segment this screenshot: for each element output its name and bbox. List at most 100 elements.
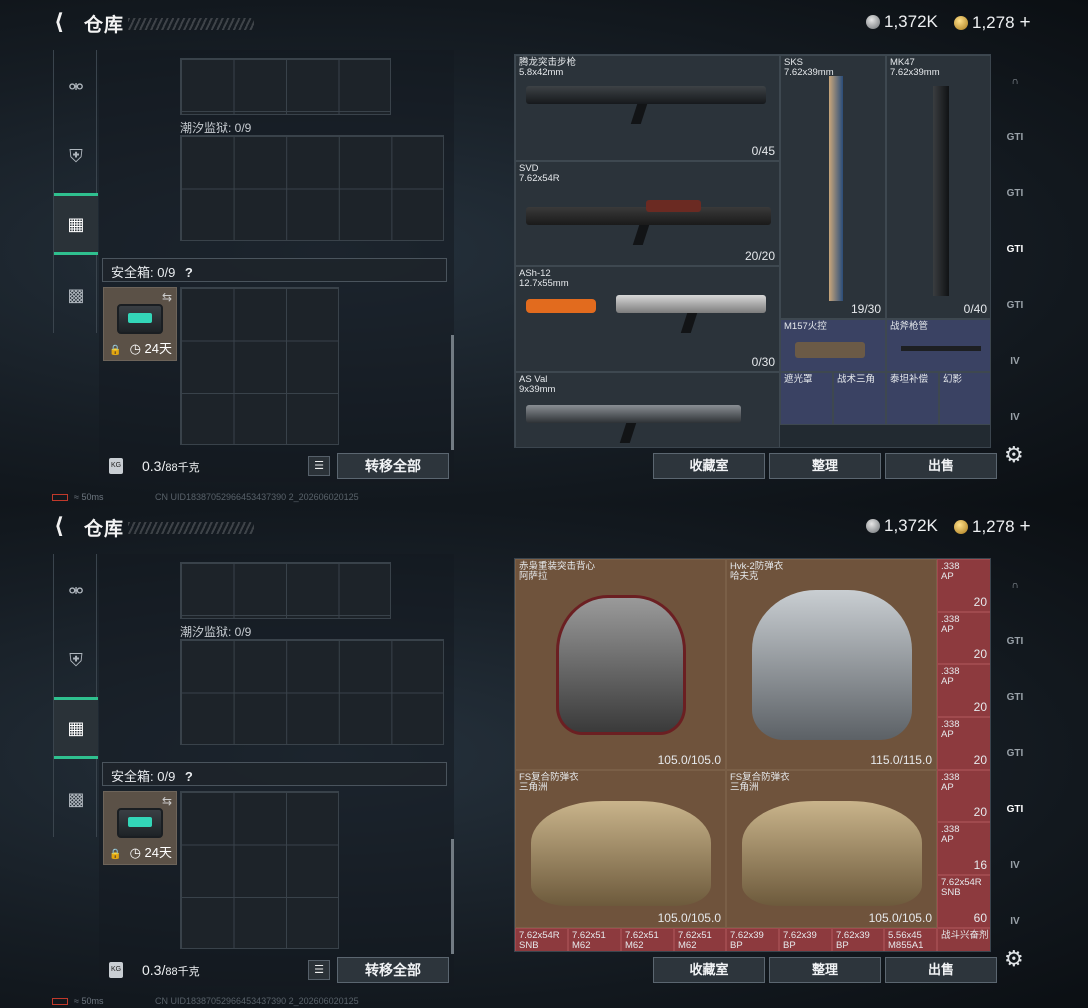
safe-box-grid[interactable] bbox=[180, 287, 339, 445]
safe-box-grid[interactable] bbox=[180, 791, 339, 949]
ammo-item[interactable]: 5.56x45 M855A1 bbox=[884, 928, 937, 951]
weight-bar: KG 0.3/88千克 ☰ 转移全部 bbox=[99, 954, 454, 986]
safe-box-bar: 安全箱: 0/9 ? bbox=[102, 258, 447, 282]
grid-label: 潮汐监狱: 0/9 bbox=[180, 625, 252, 639]
item-tactical-triangle[interactable]: 战术三角 bbox=[833, 372, 886, 425]
ammo-item[interactable]: 7.62x51 M62 bbox=[621, 928, 674, 951]
storage-grid-top[interactable] bbox=[180, 58, 391, 115]
help-icon[interactable]: ? bbox=[185, 769, 193, 784]
iv-icon[interactable]: IV bbox=[999, 402, 1031, 434]
suppressor-image bbox=[526, 299, 596, 313]
currency-2[interactable]: 1,278 + bbox=[954, 12, 1031, 34]
ammo-item[interactable]: 7.62x51 M62 bbox=[568, 928, 621, 951]
sell-button[interactable]: 出售 bbox=[885, 957, 997, 983]
storage-grid-top[interactable] bbox=[180, 562, 391, 619]
toolbox-icon[interactable]: ▩ bbox=[54, 768, 98, 830]
iv-icon[interactable]: IV bbox=[999, 850, 1031, 882]
iv-icon[interactable]: IV bbox=[999, 346, 1031, 378]
gti-icon[interactable]: GTI bbox=[999, 122, 1031, 154]
ammo-item[interactable]: 7.62x54R SNB bbox=[515, 928, 568, 951]
item-ash12[interactable]: ASh-12 12.7x55mm 0/30 bbox=[515, 266, 780, 372]
item-tenglong-rifle[interactable]: 腾龙突击步枪 5.8x42mm 0/45 bbox=[515, 55, 780, 161]
gti-icon[interactable]: GTI bbox=[999, 626, 1031, 658]
collection-button[interactable]: 收藏室 bbox=[653, 957, 765, 983]
item-shade[interactable]: 遮光罩 bbox=[780, 372, 833, 425]
arch-icon[interactable]: ∩ bbox=[999, 66, 1031, 98]
iv-icon[interactable]: IV bbox=[999, 906, 1031, 938]
item-as-val[interactable]: AS Val 9x39mm bbox=[515, 372, 780, 447]
weight-bar: KG 0.3/88千克 ☰ 转移全部 bbox=[99, 450, 454, 482]
status-bar: ≈ 50ms bbox=[52, 492, 103, 502]
storage-grid[interactable] bbox=[180, 639, 444, 745]
item-hvk2-armor[interactable]: Hvk-2防弹衣 哈夫克 115.0/115.0 bbox=[726, 559, 937, 770]
ammo-item[interactable]: 7.62x39 BP bbox=[779, 928, 832, 951]
item-sks[interactable]: SKS 7.62x39mm 19/30 bbox=[780, 55, 886, 319]
add-currency-icon[interactable]: + bbox=[1020, 516, 1031, 538]
gti-icon[interactable]: GTI bbox=[999, 290, 1031, 322]
left-scrollbar[interactable] bbox=[451, 839, 454, 954]
item-m157[interactable]: M157火控 bbox=[780, 319, 886, 372]
pistol-icon[interactable]: ⚮ bbox=[54, 56, 98, 118]
ammo-item[interactable]: .338 AP 20 bbox=[937, 770, 990, 822]
ammo-item[interactable]: .338 AP 16 bbox=[937, 822, 990, 875]
backpack-icon[interactable]: ▦ bbox=[54, 697, 98, 759]
toolbox-icon[interactable]: ▩ bbox=[54, 264, 98, 326]
safe-case-item[interactable]: ⇆ 🔒 ◷ 24天 bbox=[103, 287, 177, 361]
backpack-icon[interactable]: ▦ bbox=[54, 193, 98, 255]
gti-icon[interactable]: GTI bbox=[999, 682, 1031, 714]
sell-button[interactable]: 出售 bbox=[885, 453, 997, 479]
gti-icon[interactable]: GTI bbox=[999, 178, 1031, 210]
gti-icon[interactable]: GTI bbox=[999, 234, 1031, 266]
pistol-icon[interactable]: ⚮ bbox=[54, 560, 98, 622]
case-image bbox=[117, 808, 163, 838]
item-titan-comp[interactable]: 泰坦补偿 bbox=[886, 372, 939, 425]
ammo-item[interactable]: .338 AP 20 bbox=[937, 612, 990, 664]
transfer-all-button[interactable]: 转移全部 bbox=[337, 453, 449, 479]
currency-2-value: 1,278 bbox=[972, 517, 1015, 536]
gear-icon[interactable]: ⚙ bbox=[1004, 444, 1026, 466]
weight-readout: 0.3/88千克 bbox=[142, 962, 200, 978]
ammo-item[interactable]: 7.62x39 BP bbox=[726, 928, 779, 951]
safe-case-item[interactable]: ⇆ 🔒 ◷ 24天 bbox=[103, 791, 177, 865]
back-arrow-icon[interactable]: ⟨ bbox=[54, 11, 76, 33]
swap-icon[interactable]: ⇆ bbox=[162, 290, 172, 304]
item-fs-armor-1[interactable]: FS复合防弹衣 三角洲 105.0/105.0 bbox=[515, 770, 726, 928]
left-scrollbar[interactable] bbox=[451, 335, 454, 450]
gold-coin-icon bbox=[954, 16, 968, 30]
gti-icon[interactable]: GTI bbox=[999, 794, 1031, 826]
currency-1-value: 1,372K bbox=[884, 12, 938, 31]
rifle-image bbox=[829, 76, 843, 301]
stim-item[interactable]: 战斗兴奋剂 bbox=[937, 928, 990, 951]
ammo-item[interactable]: 7.62x51 M62 bbox=[674, 928, 726, 951]
item-phantom[interactable]: 幻影 bbox=[939, 372, 990, 425]
sort-button[interactable]: 整理 bbox=[769, 957, 881, 983]
currency-2[interactable]: 1,278 + bbox=[954, 516, 1031, 538]
item-mk47[interactable]: MK47 7.62x39mm 0/40 bbox=[886, 55, 990, 319]
back-arrow-icon[interactable]: ⟨ bbox=[54, 515, 76, 537]
gear-icon[interactable]: ⚙ bbox=[1004, 948, 1026, 970]
helmet-icon[interactable]: ⛨ bbox=[54, 125, 98, 187]
ammo-item[interactable]: 7.62x39 BP bbox=[832, 928, 884, 951]
ammo-item[interactable]: .338 AP 20 bbox=[937, 664, 990, 717]
list-view-icon[interactable]: ☰ bbox=[308, 960, 330, 980]
list-view-icon[interactable]: ☰ bbox=[308, 456, 330, 476]
ammo-item[interactable]: .338 AP 20 bbox=[937, 717, 990, 770]
gti-icon[interactable]: GTI bbox=[999, 738, 1031, 770]
ammo-item[interactable]: 7.62x54R SNB 60 bbox=[937, 875, 990, 928]
ammo-item[interactable]: .338 AP 20 bbox=[937, 559, 990, 612]
item-chixiao-vest[interactable]: 赤枭重装突击背心 阿萨拉 105.0/105.0 bbox=[515, 559, 726, 770]
transfer-all-button[interactable]: 转移全部 bbox=[337, 957, 449, 983]
helmet-icon[interactable]: ⛨ bbox=[54, 629, 98, 691]
add-currency-icon[interactable]: + bbox=[1020, 12, 1031, 34]
swap-icon[interactable]: ⇆ bbox=[162, 794, 172, 808]
storage-grid[interactable] bbox=[180, 135, 444, 241]
help-icon[interactable]: ? bbox=[185, 265, 193, 280]
title-stripe-decoration bbox=[128, 18, 254, 30]
item-svd[interactable]: SVD 7.62x54R 20/20 bbox=[515, 161, 780, 266]
sort-button[interactable]: 整理 bbox=[769, 453, 881, 479]
item-barrel[interactable]: 战斧枪管 bbox=[886, 319, 990, 372]
arch-icon[interactable]: ∩ bbox=[999, 570, 1031, 602]
case-image bbox=[117, 304, 163, 334]
item-fs-armor-2[interactable]: FS复合防弹衣 三角洲 105.0/105.0 bbox=[726, 770, 937, 928]
collection-button[interactable]: 收藏室 bbox=[653, 453, 765, 479]
